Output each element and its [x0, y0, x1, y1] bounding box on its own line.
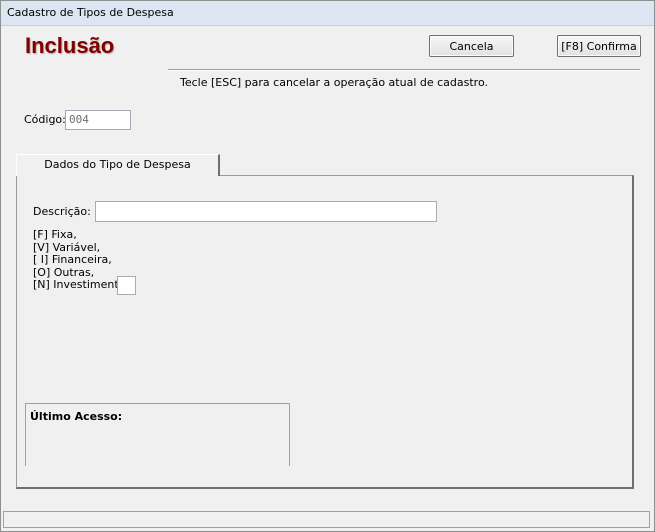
header-divider — [168, 69, 640, 71]
code-label: Código: — [24, 113, 66, 126]
type-option-label: [ I] Financeira, — [33, 253, 112, 267]
description-field[interactable] — [95, 201, 437, 222]
cancel-button[interactable]: Cancela — [429, 35, 514, 57]
tab-dados-tipo-despesa[interactable]: Dados do Tipo de Despesa — [16, 154, 220, 176]
status-bar — [3, 511, 650, 528]
type-option-label: [F] Fixa, — [33, 228, 77, 241]
description-label: Descrição: — [33, 205, 91, 218]
type-field[interactable] — [117, 276, 136, 295]
mode-heading: Inclusão — [25, 33, 115, 58]
window-title: Cadastro de Tipos de Despesa — [7, 6, 174, 19]
confirm-button[interactable]: [F8] Confirma — [557, 35, 641, 57]
code-field[interactable]: 004 — [65, 110, 131, 130]
hint-text: Tecle [ESC] para cancelar a operação atu… — [180, 76, 488, 89]
type-legend: [F] Fixa, [V] Variável, [ I] Financeira,… — [33, 228, 130, 292]
type-option-label: [N] Investimento: — [33, 278, 130, 292]
last-access-label: Último Acesso: — [30, 410, 123, 423]
title-bar: Cadastro de Tipos de Despesa — [1, 1, 654, 26]
